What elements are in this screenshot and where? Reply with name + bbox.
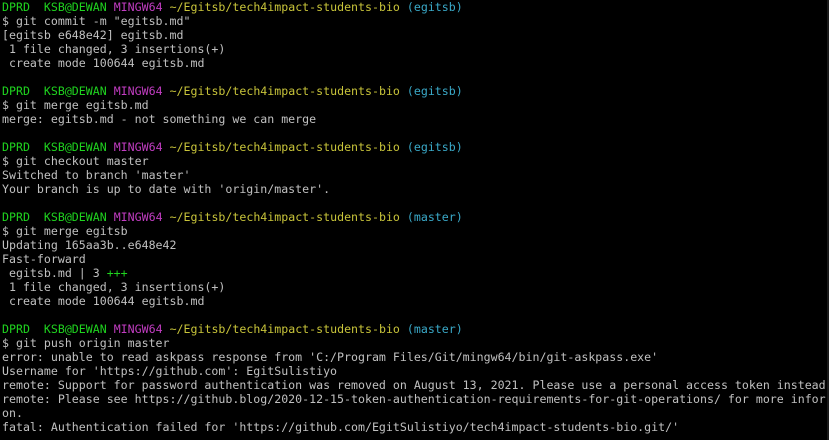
command-line: $ git push origin master — [2, 336, 170, 350]
prompt-user: DPRD — [2, 0, 30, 14]
output-line: create mode 100644 egitsb.md — [2, 294, 205, 308]
command-line: $ git merge egitsb.md — [2, 98, 149, 112]
prompt-user: DPRD — [2, 322, 30, 336]
prompt-path: ~/Egitsb/tech4impact-students-bio — [169, 0, 400, 14]
prompt-shell: MINGW64 — [113, 84, 163, 98]
prompt-line: DPRD KSB@DEWAN MINGW64 ~/Egitsb/tech4imp… — [2, 140, 829, 154]
output-line: 1 file changed, 3 insertions(+) — [2, 42, 226, 56]
prompt-user: DPRD — [2, 84, 30, 98]
prompt-line: DPRD KSB@DEWAN MINGW64 ~/Egitsb/tech4imp… — [2, 210, 829, 224]
command-line: $ git checkout master — [2, 154, 149, 168]
output-line: Updating 165aa3b..e648e42 — [2, 238, 177, 252]
prompt-shell: MINGW64 — [113, 210, 163, 224]
output-line: remote: Support for password authenticat… — [2, 378, 826, 392]
prompt-path: ~/Egitsb/tech4impact-students-bio — [169, 210, 400, 224]
prompt-host: KSB@DEWAN — [43, 0, 107, 14]
prompt-host: KSB@DEWAN — [43, 140, 107, 154]
diffstat-plus: +++ — [106, 266, 128, 280]
output-line: on. — [2, 406, 23, 420]
prompt-path: ~/Egitsb/tech4impact-students-bio — [169, 84, 400, 98]
diffstat-line: egitsb.md | 3 +++ — [2, 266, 829, 280]
prompt-host: KSB@DEWAN — [43, 84, 107, 98]
prompt-line: DPRD KSB@DEWAN MINGW64 ~/Egitsb/tech4imp… — [2, 0, 829, 14]
output-line: 1 file changed, 3 insertions(+) — [2, 280, 226, 294]
prompt-user: DPRD — [2, 140, 30, 154]
command-line: $ git merge egitsb — [2, 224, 128, 238]
prompt-path: ~/Egitsb/tech4impact-students-bio — [169, 140, 400, 154]
prompt-line: DPRD KSB@DEWAN MINGW64 ~/Egitsb/tech4imp… — [2, 322, 829, 336]
output-line: merge: egitsb.md - not something we can … — [2, 112, 317, 126]
prompt-shell: MINGW64 — [113, 322, 163, 336]
prompt-branch: (egitsb) — [406, 84, 463, 98]
prompt-branch: (egitsb) — [406, 140, 463, 154]
prompt-shell: MINGW64 — [113, 140, 163, 154]
output-line: Switched to branch 'master' — [2, 168, 191, 182]
prompt-host: KSB@DEWAN — [43, 210, 107, 224]
command-line: $ git commit -m "egitsb.md" — [2, 14, 191, 28]
prompt-branch: (egitsb) — [406, 0, 463, 14]
output-line: fatal: Authentication failed for 'https:… — [2, 420, 680, 434]
output-line: Your branch is up to date with 'origin/m… — [2, 182, 331, 196]
terminal-window[interactable]: DPRD KSB@DEWAN MINGW64 ~/Egitsb/tech4imp… — [0, 0, 829, 440]
prompt-line: DPRD KSB@DEWAN MINGW64 ~/Egitsb/tech4imp… — [2, 84, 829, 98]
output-line: error: unable to read askpass response f… — [2, 350, 659, 364]
diffstat-file: egitsb.md | 3 — [2, 266, 107, 280]
prompt-branch: (master) — [406, 322, 463, 336]
output-line: create mode 100644 egitsb.md — [2, 56, 205, 70]
output-line: remote: Please see https://github.blog/2… — [2, 392, 826, 406]
prompt-shell: MINGW64 — [113, 0, 163, 14]
prompt-host: KSB@DEWAN — [43, 322, 107, 336]
prompt-user: DPRD — [2, 210, 30, 224]
output-line: Username for 'https://github.com': EgitS… — [2, 364, 338, 378]
prompt-branch: (master) — [406, 210, 463, 224]
output-line: Fast-forward — [2, 252, 86, 266]
prompt-path: ~/Egitsb/tech4impact-students-bio — [169, 322, 400, 336]
output-line: [egitsb e648e42] egitsb.md — [2, 28, 184, 42]
